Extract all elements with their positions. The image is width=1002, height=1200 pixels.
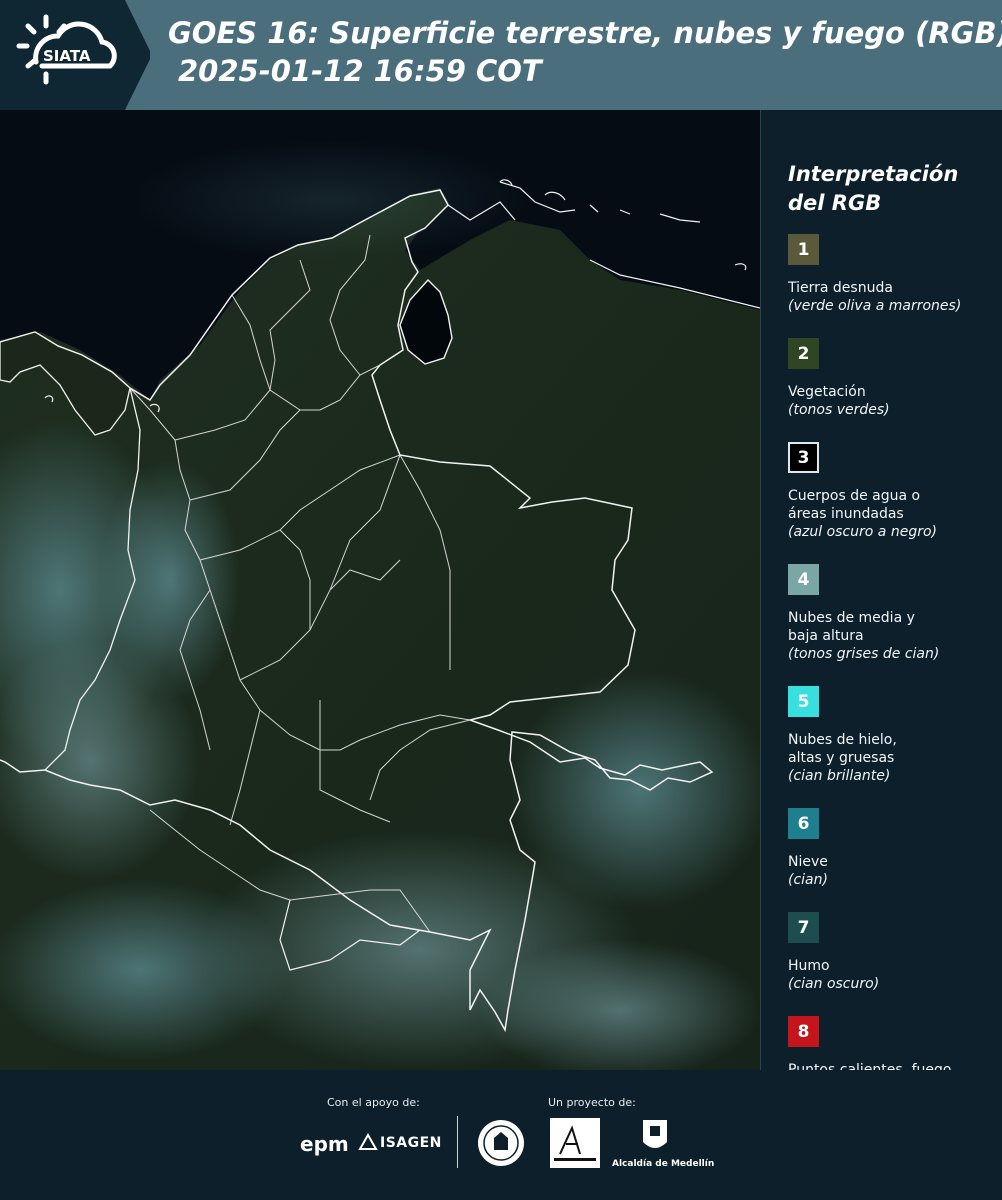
legend-label: Vegetación bbox=[788, 384, 866, 400]
legend-description: (cian oscuro) bbox=[788, 976, 880, 992]
legend-swatch: 4 bbox=[788, 564, 819, 595]
isagen-icon bbox=[358, 1133, 378, 1150]
legend-description: (tonos verdes) bbox=[788, 402, 890, 418]
legend-item: 5 Nubes de hielo, altas y gruesas (cian br… bbox=[788, 686, 993, 785]
area-metropolitana-logo bbox=[550, 1118, 600, 1168]
title-line-2: 2025-01-12 16:59 COT bbox=[178, 54, 542, 88]
project-label: Un proyecto de: bbox=[548, 1096, 636, 1109]
legend-label: Cuerpos de agua o áreas inundadas bbox=[788, 488, 921, 522]
legend-label: Tierra desnuda bbox=[788, 280, 893, 296]
footer: Con el apoyo de: Un proyecto de: epm ISA… bbox=[0, 1070, 1002, 1200]
page-title: GOES 16: Superficie terrestre, nubes y f… bbox=[168, 14, 1002, 90]
legend-item: 3 Cuerpos de agua o áreas inundadas (azul … bbox=[788, 442, 993, 541]
legend-description: (verde oliva a marrones) bbox=[788, 298, 962, 314]
legend-item: 7 Humo (cian oscuro) bbox=[788, 912, 993, 993]
logo-text: SIATA bbox=[43, 47, 91, 65]
legend-swatch: 2 bbox=[788, 338, 819, 369]
isagen-logo: ISAGEN bbox=[380, 1135, 442, 1151]
legend-item: 4 Nubes de media y baja altura (tonos gris… bbox=[788, 564, 993, 663]
legend-label: Nubes de hielo, altas y gruesas bbox=[788, 732, 897, 766]
map-canvas bbox=[0, 110, 760, 1070]
legend-swatch: 3 bbox=[788, 442, 819, 473]
alcaldia-label: Alcaldía de Medellín bbox=[612, 1159, 715, 1169]
medellin-shield-icon bbox=[643, 1120, 667, 1148]
legend-description: (cian) bbox=[788, 872, 828, 888]
legend-title-line-1: Interpretación bbox=[788, 162, 959, 186]
siata-logo: SIATA bbox=[0, 0, 150, 110]
legend-item: 1 Tierra desnuda (verde oliva a marrones) bbox=[788, 234, 993, 315]
legend-description: (tonos grises de cian) bbox=[788, 646, 940, 662]
legend-item: 2 Vegetación (tonos verdes) bbox=[788, 338, 993, 419]
legend-title: Interpretación del RGB bbox=[788, 160, 993, 218]
legend-title-line-2: del RGB bbox=[788, 191, 882, 215]
legend-swatch: 8 bbox=[788, 1016, 819, 1047]
legend-swatch: 7 bbox=[788, 912, 819, 943]
legend-swatch: 5 bbox=[788, 686, 819, 717]
support-label: Con el apoyo de: bbox=[327, 1096, 420, 1109]
footer-divider bbox=[457, 1116, 458, 1168]
header: SIATA GOES 16: Superficie terrestre, nub… bbox=[0, 0, 1002, 110]
satellite-map bbox=[0, 110, 761, 1071]
legend-items: 1 Tierra desnuda (verde oliva a marrones) 2… bbox=[788, 234, 993, 1097]
legend-label: Humo bbox=[788, 958, 830, 974]
title-line-1: GOES 16: Superficie terrestre, nubes y f… bbox=[168, 16, 1002, 50]
legend-description: (azul oscuro a negro) bbox=[788, 524, 937, 540]
legend-item: 6 Nieve (cian) bbox=[788, 808, 993, 889]
legend: Interpretación del RGB 1 Tierra desnuda (v… bbox=[788, 160, 993, 1120]
legend-description: (cian brillante) bbox=[788, 768, 891, 784]
epm-logo: epm bbox=[300, 1132, 349, 1156]
legend-swatch: 1 bbox=[788, 234, 819, 265]
legend-swatch: 6 bbox=[788, 808, 819, 839]
legend-label: Nieve bbox=[788, 854, 828, 870]
legend-label: Nubes de media y baja altura bbox=[788, 610, 915, 644]
university-seal-icon bbox=[478, 1120, 524, 1166]
